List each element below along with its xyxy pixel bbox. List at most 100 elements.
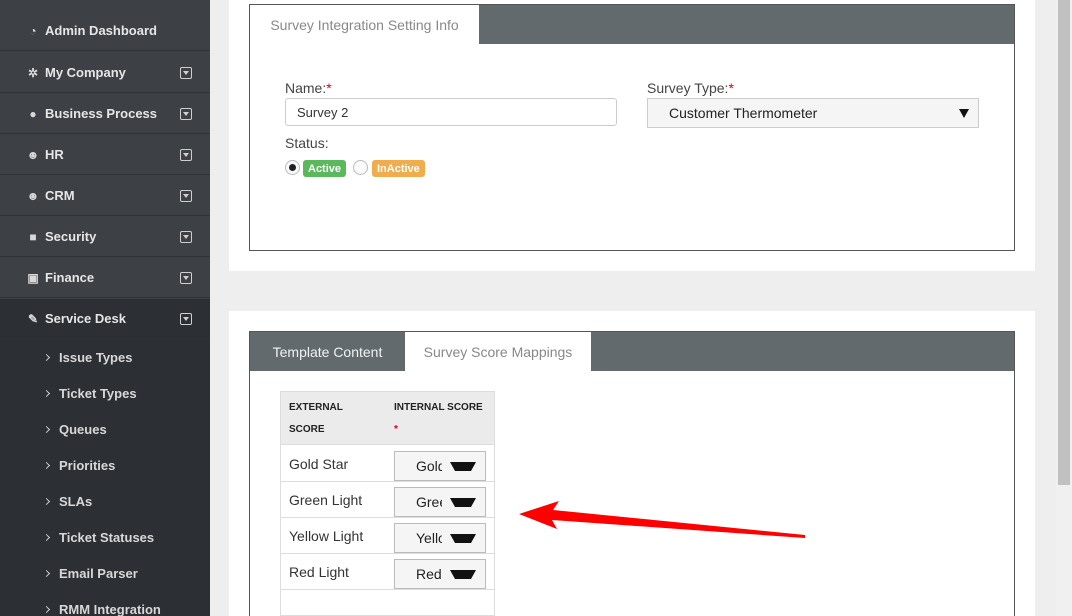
sidebar-item-service-desk[interactable]: ✎ Service Desk <box>0 299 210 339</box>
sidebar-subitem-rmm-integration[interactable]: RMM Integration <box>0 591 210 616</box>
sidebar-item-crm[interactable]: ☻ CRM <box>0 176 210 216</box>
internal-score-select[interactable]: Yellow <box>394 523 486 553</box>
sidebar-subitem-ticket-statuses[interactable]: Ticket Statuses <box>0 519 210 555</box>
chevron-down-icon[interactable] <box>180 107 192 120</box>
header-line: SCORE <box>289 424 325 435</box>
settings-panel: Survey Integration Setting Info Name:* S… <box>229 0 1035 271</box>
sidebar-subitem-label: Email Parser <box>59 565 138 581</box>
dropdown-arrow-icon <box>450 498 476 507</box>
sidebar-subitem-queues[interactable]: Queues <box>0 411 210 447</box>
required-mark: * <box>326 80 332 96</box>
table-row: Yellow Light Yellow <box>281 518 494 554</box>
globe-icon: ● <box>29 106 37 121</box>
scrollbar[interactable] <box>1056 0 1072 616</box>
required-mark: * <box>728 80 734 96</box>
name-input[interactable]: Survey 2 <box>285 98 617 126</box>
status-label: Status: <box>285 135 329 151</box>
internal-score-select[interactable]: Red <box>394 559 486 589</box>
money-icon: ▣ <box>27 270 39 285</box>
dashboard-icon: ◔ <box>29 23 37 38</box>
external-score: Gold Star <box>289 456 349 472</box>
sidebar-subitem-label: Queues <box>59 421 107 437</box>
table-header: EXTERNAL SCORE INTERNAL SCORE * <box>281 392 494 445</box>
name-label-text: Name: <box>285 80 327 96</box>
sidebar-item-admin-dashboard[interactable]: ◔ Admin Dashboard <box>0 11 210 51</box>
chevron-right-icon <box>42 425 51 433</box>
sidebar-item-finance[interactable]: ▣ Finance <box>0 258 210 298</box>
status-active-radio[interactable] <box>285 160 300 175</box>
internal-score-header: INTERNAL SCORE * <box>394 397 483 441</box>
users-icon: ☻ <box>26 147 40 162</box>
table-row: Gold Star Gold <box>281 446 494 482</box>
sidebar-subitem-label: Ticket Types <box>59 385 137 401</box>
tab-survey-integration-setting-info[interactable]: Survey Integration Setting Info <box>250 5 479 44</box>
chevron-right-icon <box>42 497 51 505</box>
sidebar-item-label: My Company <box>45 65 126 80</box>
header-line: INTERNAL SCORE <box>394 402 483 413</box>
chevron-right-icon <box>42 605 51 613</box>
internal-score-value: Green <box>416 494 442 510</box>
score-mapping-table: EXTERNAL SCORE INTERNAL SCORE * Gold Sta… <box>280 391 495 616</box>
internal-score-select[interactable]: Gold <box>394 451 486 481</box>
inactive-badge[interactable]: InActive <box>372 160 425 177</box>
status-inactive-radio[interactable] <box>353 160 368 175</box>
chevron-down-icon[interactable] <box>180 189 192 202</box>
tab-label: Template Content <box>272 343 383 360</box>
sidebar-item-my-company[interactable]: ✲ My Company <box>0 53 210 93</box>
table-row: Red Light Red <box>281 554 494 590</box>
sidebar-item-hr[interactable]: ☻ HR <box>0 135 210 175</box>
required-mark: * <box>394 424 398 435</box>
scrollbar-thumb[interactable] <box>1058 0 1070 485</box>
survey-type-select[interactable]: Customer Thermometer <box>647 98 979 128</box>
chevron-down-icon[interactable] <box>180 148 192 161</box>
sidebar-item-business-process[interactable]: ● Business Process <box>0 94 210 134</box>
sidebar-subitem-issue-types[interactable]: Issue Types <box>0 339 210 375</box>
sidebar-subitem-priorities[interactable]: Priorities <box>0 447 210 483</box>
internal-score-select[interactable]: Green <box>394 487 486 517</box>
chevron-down-icon[interactable] <box>180 271 192 284</box>
sidebar-subitem-label: SLAs <box>59 493 93 509</box>
chevron-down-icon[interactable] <box>180 66 192 79</box>
sidebar-item-label: CRM <box>45 188 75 203</box>
dropdown-arrow-icon <box>450 462 476 471</box>
wrench-icon: ✎ <box>27 311 39 326</box>
dropdown-arrow-icon <box>450 570 476 579</box>
external-score: Green Light <box>289 492 363 508</box>
active-badge[interactable]: Active <box>303 160 347 177</box>
tab-label: Survey Integration Setting Info <box>270 16 459 33</box>
chevron-down-icon[interactable] <box>180 230 192 243</box>
sidebar-subitem-slas[interactable]: SLAs <box>0 483 210 519</box>
chevron-right-icon <box>42 569 51 577</box>
survey-type-value: Customer Thermometer <box>669 105 818 121</box>
dropdown-arrow-icon <box>450 534 476 543</box>
tab-label: Survey Score Mappings <box>423 343 573 360</box>
chevron-down-icon[interactable] <box>180 312 192 325</box>
sidebar-item-label: HR <box>45 147 64 162</box>
sidebar: ◔ Admin Dashboard ✲ My Company ● Busines… <box>0 0 210 616</box>
annotation-arrow <box>519 501 805 538</box>
internal-score-value: Red <box>416 566 442 582</box>
sidebar-subitem-label: Issue Types <box>59 349 133 365</box>
sidebar-subitem-ticket-types[interactable]: Ticket Types <box>0 375 210 411</box>
sidebar-item-security[interactable]: ■ Security <box>0 217 210 257</box>
gear-icon: ✲ <box>27 65 39 80</box>
template-tab-bar: Template Content Survey Score Mappings <box>250 332 1014 371</box>
sidebar-item-label: Finance <box>45 270 95 285</box>
survey-type-label: Survey Type:* <box>647 80 734 96</box>
table-row: Green Light Green <box>281 482 494 518</box>
external-score-header: EXTERNAL SCORE <box>289 397 343 441</box>
name-input-value: Survey 2 <box>297 104 349 120</box>
tab-template-content[interactable]: Template Content <box>250 332 405 371</box>
chevron-right-icon <box>42 461 51 469</box>
sidebar-subitem-label: RMM Integration <box>59 601 161 616</box>
sidebar-subitem-email-parser[interactable]: Email Parser <box>0 555 210 591</box>
chevron-right-icon <box>42 533 51 541</box>
name-label: Name:* <box>285 80 332 96</box>
sidebar-item-label: Admin Dashboard <box>45 23 157 38</box>
lock-icon: ■ <box>29 229 37 244</box>
tab-survey-score-mappings[interactable]: Survey Score Mappings <box>405 332 591 371</box>
chevron-right-icon <box>42 389 51 397</box>
sidebar-item-label: Security <box>45 229 97 244</box>
external-score: Red Light <box>289 564 349 580</box>
users-icon: ☻ <box>26 188 40 203</box>
